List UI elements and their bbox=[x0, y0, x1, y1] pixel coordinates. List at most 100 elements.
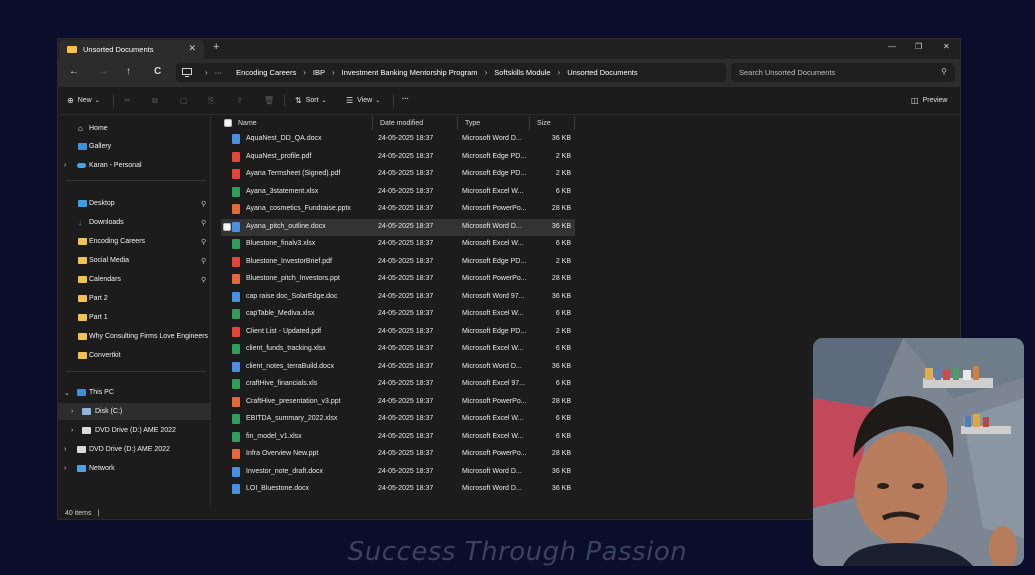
tab-unsorted-documents[interactable]: Unsorted Documents ✕ bbox=[59, 40, 204, 59]
new-tab-button[interactable]: + bbox=[213, 41, 219, 53]
pin-icon[interactable]: ⚲ bbox=[201, 276, 206, 284]
refresh-button[interactable]: C bbox=[154, 66, 161, 77]
address-bar[interactable]: › ··· Encoding Careers › IBP › Investmen… bbox=[176, 63, 726, 82]
new-button[interactable]: ⊕ New ⌄ bbox=[67, 96, 100, 105]
sidebar-item-onedrive[interactable]: › Karan - Personal bbox=[58, 157, 211, 174]
select-all-checkbox[interactable] bbox=[224, 119, 232, 127]
breadcrumb-encoding-careers[interactable]: Encoding Careers bbox=[236, 68, 296, 77]
minimize-button[interactable]: — bbox=[888, 42, 896, 51]
sidebar-item-convertkit[interactable]: Convertkit bbox=[58, 347, 211, 364]
pin-icon[interactable]: ⚲ bbox=[201, 219, 206, 227]
sidebar-item-network[interactable]: › Network bbox=[58, 460, 211, 477]
pin-icon[interactable]: ⚲ bbox=[201, 238, 206, 246]
search-input[interactable]: Search Unsorted Documents ⚲ bbox=[731, 63, 955, 82]
file-row[interactable]: capTable_Mediva.xlsx 24-05-2025 18:37 Micr… bbox=[221, 306, 575, 323]
caption-text: Success Through Passion bbox=[347, 537, 688, 567]
drive-icon bbox=[82, 408, 91, 415]
chevron-right-icon: › bbox=[331, 68, 335, 77]
copy-button[interactable]: ⧉ bbox=[152, 96, 162, 106]
word-file-icon bbox=[232, 134, 240, 144]
file-row[interactable]: CraftHive_presentation_v3.ppt 24-05-2025 … bbox=[221, 394, 575, 411]
sidebar-item-downloads[interactable]: ↓ Downloads ⚲ bbox=[58, 214, 211, 231]
sidebar-item-this-pc[interactable]: ⌄ This PC bbox=[58, 384, 211, 401]
file-size: 2 KB bbox=[555, 152, 571, 160]
close-window-button[interactable]: ✕ bbox=[943, 42, 950, 51]
file-size: 36 KB bbox=[551, 485, 571, 492]
file-row[interactable]: EBITDA_summary_2022.xlsx 24-05-2025 18:37… bbox=[221, 411, 575, 428]
file-row[interactable]: Client List - Updated.pdf 24-05-2025 18:3… bbox=[221, 324, 575, 341]
row-checkbox[interactable] bbox=[223, 222, 231, 231]
file-row[interactable]: Ayana_pitch_outline.docx 24-05-2025 18:37… bbox=[221, 218, 575, 236]
cut-button[interactable]: ✂ bbox=[124, 96, 135, 105]
pdf-file-icon bbox=[232, 256, 240, 267]
back-button[interactable]: ← bbox=[69, 66, 79, 77]
sidebar-item-part-2[interactable]: Part 2 bbox=[58, 290, 211, 307]
paste-button[interactable]: ▢ bbox=[180, 96, 192, 105]
file-row[interactable]: Bluestone_pitch_Investors.ppt 24-05-2025 … bbox=[221, 271, 575, 288]
file-row[interactable]: Bluestone_finalv3.xlsx 24-05-2025 18:37 Mi… bbox=[221, 236, 575, 253]
maximize-button[interactable]: ❐ bbox=[915, 42, 922, 51]
file-row[interactable]: Ayana Termsheet (Signed).pdf 24-05-2025 1… bbox=[221, 166, 575, 183]
sidebar-item-calendars[interactable]: Calendars ⚲ bbox=[58, 271, 211, 288]
sidebar-item-encoding-careers[interactable]: Encoding Careers ⚲ bbox=[58, 233, 211, 250]
word-file-icon bbox=[232, 361, 240, 372]
file-row[interactable]: AquaNest_profile.pdf 24-05-2025 18:37 Micr… bbox=[221, 149, 575, 166]
more-label: ··· bbox=[402, 96, 409, 103]
sidebar-item-dvd-drive-2[interactable]: › DVD Drive (D:) AME 2022 bbox=[58, 441, 211, 458]
breadcrumb-ellipsis[interactable]: ··· bbox=[215, 68, 223, 77]
pdf-file-icon bbox=[232, 326, 240, 337]
sidebar-item-part-1[interactable]: Part 1 bbox=[58, 309, 211, 326]
forward-button[interactable]: → bbox=[98, 66, 108, 77]
share-button[interactable]: ⇪ bbox=[236, 96, 247, 105]
file-date: 24-05-2025 18:37 bbox=[378, 152, 434, 160]
breadcrumb-unsorted[interactable]: Unsorted Documents bbox=[567, 68, 637, 77]
breadcrumb-ibp[interactable]: IBP bbox=[313, 68, 325, 77]
chevron-right-icon: › bbox=[64, 446, 67, 453]
file-name: CraftHive_presentation_v3.ppt bbox=[246, 397, 341, 405]
file-row[interactable]: Ayana_3statement.xlsx 24-05-2025 18:37 Mic… bbox=[221, 184, 575, 201]
ppt-file-icon bbox=[232, 274, 240, 284]
file-row[interactable]: Infra Overview New.ppt 24-05-2025 18:37 Mi… bbox=[221, 446, 575, 463]
file-row[interactable]: fin_model_v1.xlsx 24-05-2025 18:37 Microso… bbox=[221, 429, 575, 446]
pin-icon[interactable]: ⚲ bbox=[201, 200, 206, 208]
column-header-size[interactable]: Size bbox=[531, 116, 575, 130]
sidebar-item-gallery[interactable]: Gallery bbox=[58, 138, 211, 155]
tab-close-icon[interactable]: ✕ bbox=[188, 43, 196, 54]
pin-icon[interactable]: ⚲ bbox=[201, 257, 206, 265]
column-header-name[interactable]: Name ^ bbox=[224, 116, 373, 130]
sidebar-item-why-consulting[interactable]: Why Consulting Firms Love Engineers bbox=[58, 328, 211, 345]
file-name: Bluestone_finalv3.xlsx bbox=[246, 240, 316, 247]
sidebar-item-disk-c[interactable]: › Disk (C:) bbox=[58, 403, 211, 420]
file-date: 24-05-2025 18:37 bbox=[378, 450, 434, 457]
sort-button[interactable]: ⇅ Sort ⌄ bbox=[295, 96, 327, 105]
up-button[interactable]: ↑ bbox=[126, 66, 131, 77]
preview-pane-button[interactable]: ◫ Preview bbox=[911, 96, 947, 105]
column-header-type[interactable]: Type bbox=[459, 116, 530, 130]
more-options-button[interactable]: ··· bbox=[402, 96, 409, 103]
breadcrumb-ibmp[interactable]: Investment Banking Mentorship Program bbox=[342, 68, 478, 77]
file-row[interactable]: Investor_note_draft.docx 24-05-2025 18:37… bbox=[221, 464, 575, 481]
file-size: 28 KB bbox=[551, 275, 571, 282]
file-row[interactable]: client_notes_terraBuild.docx 24-05-2025 1… bbox=[221, 359, 575, 376]
sidebar-item-desktop[interactable]: Desktop ⚲ bbox=[58, 195, 211, 212]
column-header-date[interactable]: Date modified bbox=[374, 116, 458, 130]
file-row[interactable]: Bluestone_InvestorBrief.pdf 24-05-2025 18… bbox=[221, 254, 575, 271]
file-row[interactable]: craftHive_financials.xls 24-05-2025 18:37… bbox=[221, 376, 575, 393]
sidebar-item-social-media[interactable]: Social Media ⚲ bbox=[58, 252, 211, 269]
file-size: 2 KB bbox=[555, 327, 571, 335]
rename-button[interactable]: ⎘ bbox=[208, 96, 218, 106]
delete-button[interactable]: 🗑 bbox=[264, 96, 278, 105]
file-type: Microsoft Edge PD... bbox=[462, 327, 527, 335]
file-row[interactable]: Ayana_cosmetics_Fundraise.pptx 24-05-2025… bbox=[221, 201, 575, 218]
file-row[interactable]: client_funds_tracking.xlsx 24-05-2025 18:… bbox=[221, 341, 575, 358]
excel-file-icon bbox=[232, 186, 240, 197]
view-button[interactable]: ☰ View ⌄ bbox=[346, 96, 380, 105]
sidebar-item-dvd-drive-1[interactable]: › DVD Drive (D:) AME 2022 bbox=[58, 422, 211, 439]
file-row[interactable]: LOI_Bluestone.docx 24-05-2025 18:37 Micros… bbox=[221, 481, 575, 498]
title-bar: Unsorted Documents ✕ + — ❐ ✕ bbox=[58, 39, 960, 59]
breadcrumb-softskills[interactable]: Softskills Module bbox=[494, 68, 550, 77]
file-date: 24-05-2025 18:37 bbox=[378, 327, 434, 335]
file-row[interactable]: cap raise doc_SolarEdge.doc 24-05-2025 18… bbox=[221, 289, 575, 306]
file-row[interactable]: AquaNest_DD_QA.docx 24-05-2025 18:37 Micro… bbox=[221, 131, 575, 148]
sidebar-item-home[interactable]: ⌂ Home bbox=[58, 120, 211, 137]
